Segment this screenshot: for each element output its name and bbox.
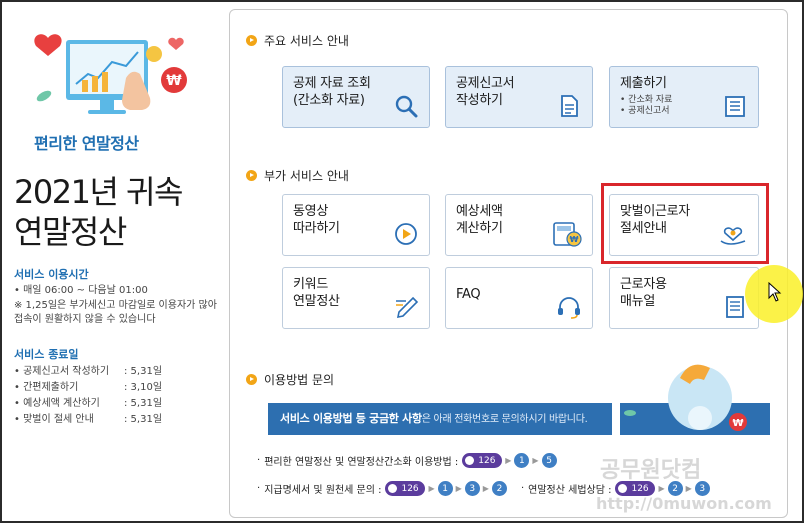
card-label: 제출하기 [620,76,667,91]
inquiry-banner: 서비스 이용방법 등 궁금한 사항은 아래 전화번호로 문의하시기 바랍니다. [268,403,612,435]
pencil-icon [396,296,419,319]
manual-icon [726,296,744,318]
end-date-item: • 예상세액 계산하기: 5,31일 [14,398,163,409]
step-badge: 3 [464,481,480,496]
step-badge: 2 [491,481,507,496]
bullet-icon [246,170,257,181]
phone-row-label: 편리한 연말정산 및 연말정산간소화 이용방법 : [264,457,459,468]
banner-bold-text: 서비스 이용방법 등 궁금한 사항 [280,412,422,425]
service-hours-heading: 서비스 이용시간 [14,268,89,281]
video-tutorial-button[interactable]: 동영상 따라하기 [282,194,430,256]
phone-number-badge: 126 [462,453,503,468]
selection-highlight-box [601,183,769,264]
worker-manual-button[interactable]: 근로자용 매뉴얼 [609,267,759,329]
watermark-url: http://0muwon.com [596,494,772,513]
phone-row-settlement: · 편리한 연말정산 및 연말정산간소화 이용방법 : 126 ▶ 1 ▶ 5 [257,453,557,468]
document-icon [561,95,578,117]
phone-icon [465,456,475,465]
end-date-item: • 간편제출하기: 3,10일 [14,382,163,393]
estimate-tax-button[interactable]: 예상세액 계산하기 ₩ [445,194,593,256]
arrow-icon: ▶ [685,484,692,493]
arrow-icon: ▶ [532,456,539,465]
arrow-icon: ▶ [505,456,512,465]
calculator-icon: ₩ [553,222,582,247]
write-deduction-form-button[interactable]: 공제신고서 작성하기 [445,66,593,128]
deduction-data-lookup-button[interactable]: 공제 자료 조회 (간소화 자료) [282,66,430,128]
arrow-icon: ▶ [428,484,435,493]
left-panel: ₩ 편리한 연말정산 2021년 귀속 연말정산 서비스 이용시간 • 매일 0… [4,4,226,519]
arrow-icon: ▶ [455,484,462,493]
end-date-heading: 서비스 종료일 [14,348,79,361]
svg-text:₩: ₩ [732,418,743,429]
step-badge: 1 [514,453,530,468]
bullet-icon [246,374,257,385]
main-services-heading: 주요 서비스 안내 [246,32,349,49]
page-title: 2021년 귀속 연말정산 [14,173,183,251]
phone-icon [388,484,398,493]
magnifier-icon [395,95,418,118]
headset-icon [558,297,580,319]
tagline: 편리한 연말정산 [34,134,139,153]
phone-icon [618,484,628,493]
phone-number-badge: 126 [385,481,426,496]
svg-text:₩: ₩ [166,73,182,89]
play-icon [395,223,417,245]
extra-services-heading: 부가 서비스 안내 [246,167,349,184]
end-date-list: • 공제신고서 작성하기: 5,31일 • 간편제출하기: 3,10일 • 예상… [14,364,214,428]
faq-button[interactable]: FAQ [445,267,593,329]
service-hours-text: • 매일 06:00 ~ 다음날 01:00 [14,285,148,296]
banner-text: 은 아래 전화번호로 문의하시기 바랍니다. [421,414,588,425]
phone-row-label: 지급명세서 및 원천세 문의 : [264,485,382,496]
svg-text:₩: ₩ [570,235,579,244]
arrow-icon: ▶ [658,484,665,493]
mouse-pointer-icon [768,282,782,302]
end-date-item: • 공제신고서 작성하기: 5,31일 [14,366,163,377]
submit-button[interactable]: 제출하기 • 간소화 자료 • 공제신고서 [609,66,759,128]
step-badge: 1 [437,481,453,496]
inquiry-heading: 이용방법 문의 [246,371,334,388]
year-end-settlement-illustration: ₩ [34,34,187,114]
watermark-text: 공무원닷컴 [600,458,702,483]
call-center-illustration: ₩ [620,364,770,435]
arrow-icon: ▶ [482,484,489,493]
bullet-icon [246,35,257,46]
submit-tray-icon [725,96,745,117]
keyword-settlement-button[interactable]: 키워드 연말정산 [282,267,430,329]
step-badge: 5 [541,453,557,468]
end-date-item: • 맞벌이 절세 안내: 5,31일 [14,414,163,425]
service-hours-note: ※ 1,25일은 부가세신고 마감일로 이용자가 많아 접속이 원활하지 않을 … [14,300,217,325]
